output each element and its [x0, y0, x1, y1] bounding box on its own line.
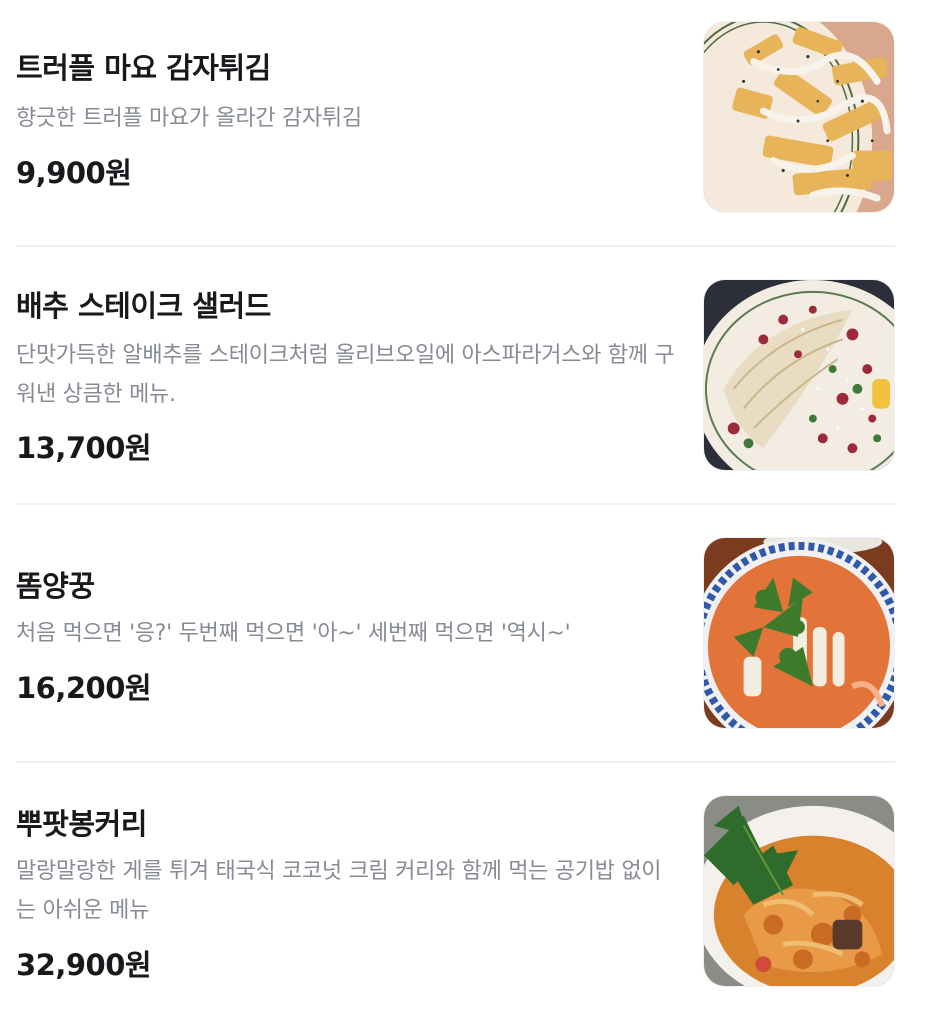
- divider: [16, 761, 895, 763]
- curry-photo[interactable]: [703, 795, 895, 987]
- menu-item-name: 뿌팟봉커리: [16, 807, 147, 841]
- menu-item-price: 16,200원: [16, 671, 152, 705]
- menu-item-description: 단맛가득한 알배추를 스테이크처럼 올리브오일에 아스파라거스와 함께 구워낸 …: [16, 343, 675, 407]
- fries-photo[interactable]: [703, 21, 895, 213]
- menu-item-price: 32,900원: [16, 948, 152, 982]
- menu-item-price: 9,900원: [16, 156, 132, 190]
- salad-photo[interactable]: [703, 279, 895, 471]
- menu-item-price: 13,700원: [16, 431, 152, 465]
- menu-item-name: 트러플 마요 감자튀김: [16, 51, 271, 85]
- menu-item-name: 똠양꿍: [16, 569, 95, 603]
- tom-yum-photo[interactable]: [703, 537, 895, 729]
- divider: [16, 503, 895, 505]
- menu-list: 트러플 마요 감자튀김 향긋한 트러플 마요가 올라간 감자튀김 9,900원: [0, 0, 928, 1018]
- menu-item-description: 말랑말랑한 게를 튀겨 태국식 코코넛 크림 커리와 함께 먹는 공기밥 없이는…: [16, 859, 662, 923]
- menu-item-description: 처음 먹으면 '응?' 두번째 먹으면 '아~' 세번째 먹으면 '역시~': [16, 621, 571, 646]
- menu-item-poo-pad-pong-curry[interactable]: 뿌팟봉커리 말랑말랑한 게를 튀겨 태국식 코코넛 크림 커리와 함께 먹는 공…: [16, 774, 895, 1032]
- menu-item-tom-yum-goong[interactable]: 똠양꿍 처음 먹으면 '응?' 두번째 먹으면 '아~' 세번째 먹으면 '역시…: [16, 516, 895, 774]
- menu-item-description: 향긋한 트러플 마요가 올라간 감자튀김: [16, 106, 362, 131]
- menu-item-cabbage-steak-salad[interactable]: 배추 스테이크 샐러드 단맛가득한 알배추를 스테이크처럼 올리브오일에 아스파…: [16, 258, 895, 516]
- divider: [16, 245, 895, 247]
- menu-item-name: 배추 스테이크 샐러드: [16, 289, 271, 323]
- menu-item-truffle-fries[interactable]: 트러플 마요 감자튀김 향긋한 트러플 마요가 올라간 감자튀김 9,900원: [16, 0, 895, 258]
